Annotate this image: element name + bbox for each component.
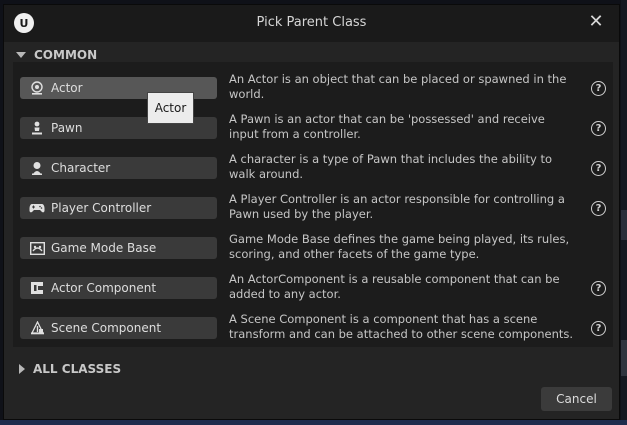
character-label: Character bbox=[51, 161, 111, 175]
collapse-arrow-icon bbox=[16, 52, 26, 58]
title-bar: U Pick Parent Class ✕ bbox=[4, 5, 619, 42]
actor-component-description: An ActorComponent is a reusable componen… bbox=[229, 272, 560, 301]
common-section-label: COMMON bbox=[34, 48, 98, 62]
actor-label: Actor bbox=[51, 81, 83, 95]
gamepad-icon bbox=[29, 200, 45, 216]
actor-component-button[interactable]: Actor Component bbox=[20, 277, 217, 299]
tooltip: Actor bbox=[147, 92, 194, 124]
player-controller-button[interactable]: Player Controller bbox=[20, 197, 217, 219]
help-icon[interactable]: ? bbox=[591, 81, 606, 96]
actor-component-icon bbox=[29, 280, 45, 296]
help-icon[interactable]: ? bbox=[591, 161, 606, 176]
help-icon[interactable]: ? bbox=[591, 321, 606, 336]
game-mode-base-description: Game Mode Base defines the game being pl… bbox=[229, 232, 570, 261]
list-item: Actor An Actor is an object that can be … bbox=[13, 72, 613, 112]
pick-parent-class-dialog: U Pick Parent Class ✕ COMMON Actor An Ac… bbox=[3, 4, 620, 420]
actor-icon bbox=[29, 80, 45, 96]
help-icon[interactable]: ? bbox=[591, 281, 606, 296]
character-button[interactable]: Character bbox=[20, 157, 217, 179]
actor-component-label: Actor Component bbox=[51, 281, 157, 295]
pawn-icon bbox=[29, 120, 45, 136]
scene-component-description: A Scene Component is a component that ha… bbox=[229, 312, 574, 341]
character-icon bbox=[29, 160, 45, 176]
pawn-label: Pawn bbox=[51, 121, 83, 135]
background-taskbar-strip bbox=[0, 420, 627, 425]
list-item: Character A character is a type of Pawn … bbox=[13, 152, 613, 192]
list-item: Scene Component A Scene Component is a c… bbox=[13, 312, 613, 352]
common-section-header[interactable]: COMMON bbox=[16, 48, 97, 62]
background-tab bbox=[621, 210, 627, 240]
scene-component-button[interactable]: Scene Component bbox=[20, 317, 217, 339]
dialog-title: Pick Parent Class bbox=[256, 15, 367, 30]
common-classes-list: Actor An Actor is an object that can be … bbox=[13, 62, 613, 347]
actor-description: An Actor is an object that can be placed… bbox=[229, 72, 567, 101]
background-edge bbox=[621, 0, 627, 425]
expand-arrow-icon bbox=[19, 364, 25, 374]
list-item: Actor Component An ActorComponent is a r… bbox=[13, 272, 613, 312]
help-icon[interactable]: ? bbox=[591, 201, 606, 216]
scene-component-icon bbox=[29, 320, 45, 336]
list-item: Pawn A Pawn is an actor that can be 'pos… bbox=[13, 112, 613, 152]
list-item: Player Controller A Player Controller is… bbox=[13, 192, 613, 232]
player-controller-description: A Player Controller is an actor responsi… bbox=[229, 192, 565, 221]
all-classes-section-label: ALL CLASSES bbox=[33, 362, 122, 376]
cancel-button[interactable]: Cancel bbox=[541, 387, 612, 411]
game-mode-base-button[interactable]: Game Mode Base bbox=[20, 237, 217, 259]
character-description: A character is a type of Pawn that inclu… bbox=[229, 152, 552, 181]
game-mode-icon bbox=[29, 240, 45, 256]
help-icon[interactable]: ? bbox=[591, 121, 606, 136]
close-icon[interactable]: ✕ bbox=[585, 11, 607, 33]
all-classes-section-header[interactable]: ALL CLASSES bbox=[16, 362, 121, 376]
player-controller-label: Player Controller bbox=[51, 201, 152, 215]
pawn-description: A Pawn is an actor that can be 'possesse… bbox=[229, 112, 545, 141]
list-item: Game Mode Base Game Mode Base defines th… bbox=[13, 232, 613, 272]
background-tab bbox=[621, 340, 627, 376]
scene-component-label: Scene Component bbox=[51, 321, 162, 335]
game-mode-base-label: Game Mode Base bbox=[51, 241, 157, 255]
